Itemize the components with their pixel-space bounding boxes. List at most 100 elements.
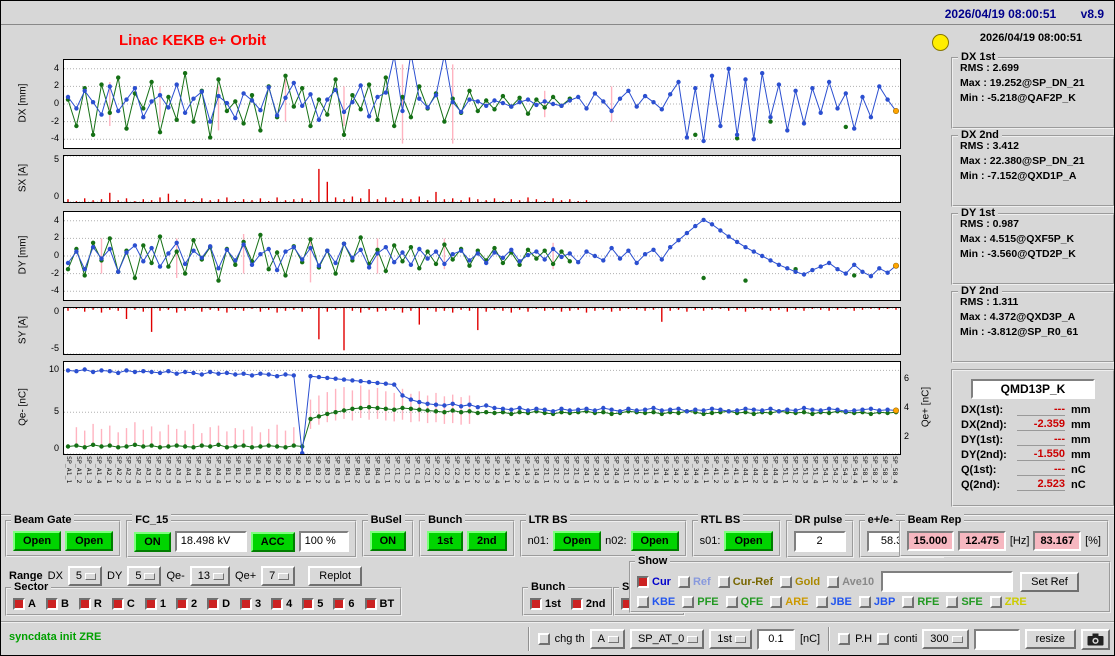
x-tick-label: SP_C2_1 xyxy=(423,456,432,484)
bunch-2nd-checkbox[interactable] xyxy=(570,598,583,610)
show-jbp-item[interactable]: JBP xyxy=(858,596,895,608)
monitor-row: DX(2nd): -2.359 mm xyxy=(961,418,1113,431)
application-window: 2026/04/19 08:00:51 v8.9 Linac KEKB e+ O… xyxy=(0,0,1115,656)
show-jbp-checkbox[interactable] xyxy=(858,596,871,608)
bunch-number-select[interactable]: 1st xyxy=(709,629,752,649)
sector-2-item[interactable]: 2 xyxy=(175,598,197,610)
sector-6-checkbox[interactable] xyxy=(333,598,346,610)
sector-bt-item[interactable]: BT xyxy=(364,598,395,610)
blank-field[interactable] xyxy=(973,628,1020,650)
show-cur-ref-checkbox[interactable] xyxy=(717,575,730,588)
show-rfe-item[interactable]: RFE xyxy=(902,596,939,608)
show-are-checkbox[interactable] xyxy=(770,596,783,608)
sector-d-checkbox[interactable] xyxy=(207,598,220,610)
sector-2-checkbox[interactable] xyxy=(175,598,188,610)
sector-c-checkbox[interactable] xyxy=(111,598,124,610)
region-select[interactable]: A xyxy=(589,629,625,649)
show-kbe-item[interactable]: KBE xyxy=(637,596,675,608)
sector-b-checkbox[interactable] xyxy=(45,598,58,610)
show-cur-item[interactable]: Cur xyxy=(637,575,671,588)
snapshot-button[interactable] xyxy=(1081,628,1110,650)
show-zre-checkbox[interactable] xyxy=(989,596,1002,608)
show-pfe-item[interactable]: PFE xyxy=(682,596,719,608)
bunch-1st-checkbox[interactable] xyxy=(530,598,542,610)
sector-3-checkbox[interactable] xyxy=(240,598,253,610)
monitor-name-field[interactable]: QMD13P_K xyxy=(971,379,1095,399)
dy-axis-label: DY [mm] xyxy=(17,235,29,275)
show-are-item[interactable]: ARE xyxy=(770,596,809,608)
bunch-1st-button[interactable]: 1st xyxy=(427,531,463,551)
monitor-select[interactable]: SP_AT_0 xyxy=(629,629,705,649)
fc15-kv-field[interactable]: 18.498 kV xyxy=(174,531,247,552)
show-gold-item[interactable]: Gold xyxy=(780,575,820,588)
interval-select[interactable]: 300 xyxy=(922,629,969,649)
show-ave10-checkbox[interactable] xyxy=(827,575,840,588)
show-ave10-item[interactable]: Ave10 xyxy=(827,575,874,588)
sector-b-item[interactable]: B xyxy=(45,598,69,610)
bunch-1st-item[interactable]: 1st xyxy=(530,598,561,610)
beam-gate-open-2-button[interactable]: Open xyxy=(65,531,114,551)
fc15-acc-button[interactable]: ACC xyxy=(250,531,295,552)
conti-checkbox[interactable] xyxy=(877,633,890,645)
sector-4-checkbox[interactable] xyxy=(271,598,284,610)
show-cur-ref-item[interactable]: Cur-Ref xyxy=(717,575,773,588)
fc15-on-button[interactable]: ON xyxy=(134,531,171,552)
range-dy-select[interactable]: 5 xyxy=(127,566,162,586)
show-jbe-item[interactable]: JBE xyxy=(815,596,852,608)
rtl-s01-open-button[interactable]: Open xyxy=(724,531,773,551)
stat-rms: RMS : 2.699 xyxy=(960,62,1019,74)
show-jbe-checkbox[interactable] xyxy=(815,596,828,608)
sector-bt-checkbox[interactable] xyxy=(364,598,377,610)
ltr-n01-open-button[interactable]: Open xyxy=(552,531,602,551)
threshold-field[interactable]: 0.1 xyxy=(756,628,795,650)
show-sfe-item[interactable]: SFE xyxy=(946,596,983,608)
sector-a-item[interactable]: A xyxy=(13,598,36,610)
bunch-2nd-button[interactable]: 2nd xyxy=(467,531,507,551)
sector-1-item[interactable]: 1 xyxy=(144,598,166,610)
bunch-2nd-item[interactable]: 2nd xyxy=(570,598,605,610)
x-tick-label: SP_A3_4 xyxy=(174,456,183,484)
monitor-row: DX(1st): --- mm xyxy=(961,403,1113,416)
sector-c-item[interactable]: C xyxy=(111,598,135,610)
range-qep-select[interactable]: 7 xyxy=(261,566,296,586)
ph-checkbox[interactable] xyxy=(838,633,851,645)
show-ref-item[interactable]: Ref xyxy=(677,575,711,588)
sector-4-item[interactable]: 4 xyxy=(271,598,292,610)
x-tick-label: SP_B4_1 xyxy=(343,456,352,484)
sector-a-checkbox[interactable] xyxy=(13,598,25,610)
show-zre-item[interactable]: ZRE xyxy=(989,596,1027,608)
sector-r-checkbox[interactable] xyxy=(78,598,91,610)
sector-1-checkbox[interactable] xyxy=(144,598,157,610)
show-gold-checkbox[interactable] xyxy=(780,575,793,588)
sector-5-checkbox[interactable] xyxy=(302,598,315,610)
ltr-n02-open-button[interactable]: Open xyxy=(630,531,679,551)
stat-box-dy-1st: DY 1st RMS : 0.987 Max : 4.515@QXF5P_K M… xyxy=(951,207,1114,285)
sector-bt-label: BT xyxy=(379,598,395,610)
show-cur-checkbox[interactable] xyxy=(637,575,649,588)
x-tick-label: SP_B3_2 xyxy=(313,456,322,484)
sector-d-item[interactable]: D xyxy=(207,598,230,610)
show-ref-checkbox[interactable] xyxy=(677,575,690,588)
show-sfe-checkbox[interactable] xyxy=(946,596,959,608)
set-ref-button[interactable]: Set Ref xyxy=(1020,571,1079,592)
resize-button[interactable]: resize xyxy=(1024,629,1076,649)
range-qem-select[interactable]: 13 xyxy=(189,566,231,586)
beam-gate-open-1-button[interactable]: Open xyxy=(13,531,62,551)
sector-r-item[interactable]: R xyxy=(78,598,102,610)
replot-button[interactable]: Replot xyxy=(308,566,363,586)
chg-th-checkbox[interactable] xyxy=(537,633,550,645)
busel-on-button[interactable]: ON xyxy=(369,531,407,551)
show-rfe-checkbox[interactable] xyxy=(902,596,915,608)
sector-6-item[interactable]: 6 xyxy=(333,598,355,610)
range-dx-select[interactable]: 5 xyxy=(67,566,103,586)
show-qfe-item[interactable]: QFE xyxy=(725,596,763,608)
show-qfe-checkbox[interactable] xyxy=(725,596,738,608)
ref-name-field[interactable] xyxy=(881,571,1014,592)
show-ref-label: Ref xyxy=(692,575,711,588)
sector-3-item[interactable]: 3 xyxy=(240,598,261,610)
sector-5-item[interactable]: 5 xyxy=(302,598,323,610)
show-pfe-checkbox[interactable] xyxy=(682,596,695,608)
show-kbe-checkbox[interactable] xyxy=(637,596,649,608)
dr-pulse-field[interactable]: 2 xyxy=(793,531,846,552)
fc15-percent-field[interactable]: 100 % xyxy=(298,531,349,552)
